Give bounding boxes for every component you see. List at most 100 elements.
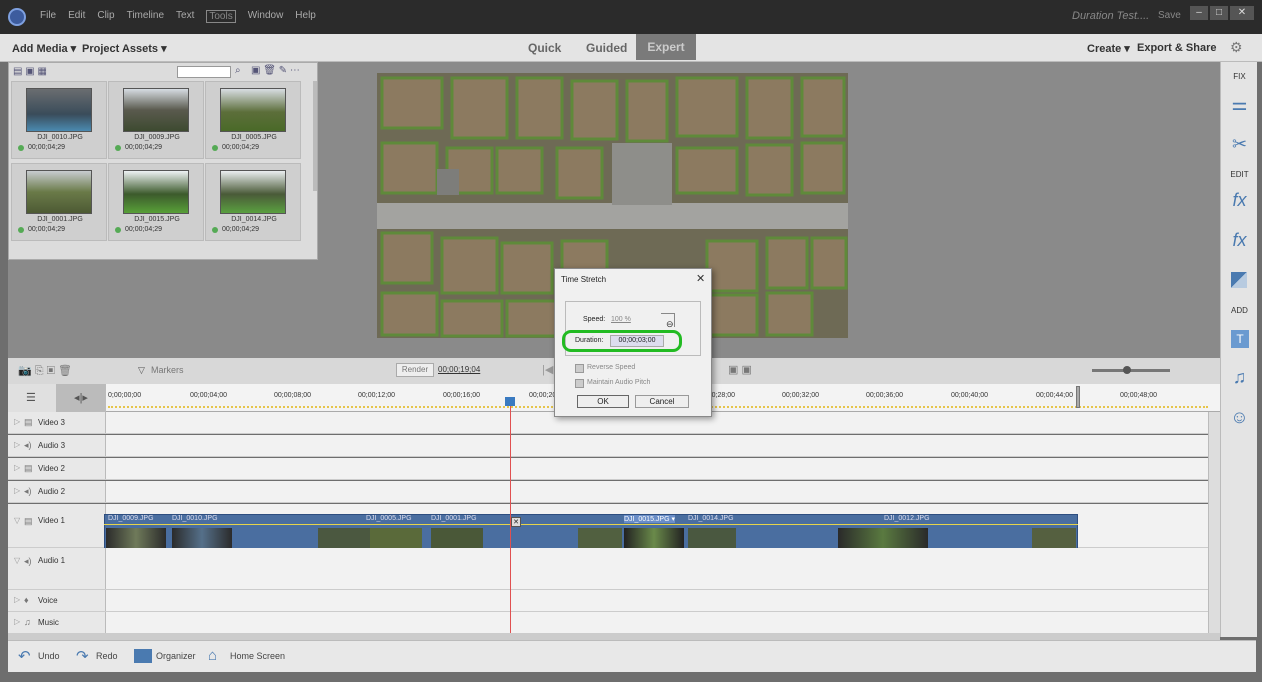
app-logo-icon[interactable] — [8, 8, 26, 26]
media-thumb[interactable]: DJI_0014.JPG 00;00;04;29 — [205, 163, 301, 241]
expand-triangle-icon[interactable]: ▷ — [14, 617, 20, 626]
menu-help[interactable]: Help — [295, 10, 316, 23]
current-timecode[interactable]: 00;00;19;04 — [438, 365, 480, 374]
markers-dropdown[interactable]: Markers — [151, 365, 184, 375]
expand-triangle-icon[interactable]: ▷ — [14, 486, 20, 495]
media-thumb[interactable]: DJI_0010.JPG 00;00;04;29 — [11, 81, 107, 159]
reverse-speed-checkbox[interactable] — [575, 364, 584, 373]
missing-transition-icon[interactable]: ✕ — [511, 517, 521, 527]
expand-triangle-icon[interactable]: ▷ — [14, 417, 20, 426]
media-thumb-image — [220, 88, 286, 132]
tracks-vertical-scrollbar[interactable] — [1208, 412, 1220, 633]
maintain-pitch-checkbox[interactable] — [575, 379, 584, 388]
track-video-1: ▽ ▤ Video 1 DJI_0009.JPG DJI_0010.JPG DJ… — [8, 504, 1208, 550]
collapse-triangle-icon[interactable]: ▽ — [14, 556, 20, 565]
audio-track-icon: ◂) — [24, 440, 32, 450]
speed-field[interactable]: 100 % — [611, 316, 631, 323]
menu-clip[interactable]: Clip — [97, 10, 114, 23]
expand-triangle-icon[interactable]: ▷ — [14, 463, 20, 472]
media-name: DJI_0015.JPG — [134, 216, 180, 223]
menu-window[interactable]: Window — [248, 10, 284, 23]
render-button[interactable]: Render — [396, 363, 434, 377]
duration-field[interactable]: 00;00;03;00 — [610, 335, 664, 347]
clip-label[interactable]: DJI_0001.JPG — [431, 515, 477, 522]
media-thumb[interactable]: DJI_0009.JPG 00;00;04;29 — [108, 81, 204, 159]
undo-icon[interactable]: ↶ — [18, 647, 31, 665]
minimize-button[interactable]: – — [1190, 6, 1208, 20]
menu-edit[interactable]: Edit — [68, 10, 85, 23]
media-thumb[interactable]: DJI_0015.JPG 00;00;04;29 — [108, 163, 204, 241]
close-window-button[interactable]: ✕ — [1230, 6, 1254, 20]
home-icon[interactable]: ⌂ — [208, 647, 217, 664]
export-share-button[interactable]: Export & Share — [1137, 42, 1216, 54]
project-assets-button[interactable]: Project Assets ▾ — [82, 42, 167, 55]
effects-icon[interactable]: fx — [1221, 230, 1258, 251]
media-thumb[interactable]: DJI_0005.JPG 00;00;04;29 — [205, 81, 301, 159]
mode-expert-tab[interactable]: Expert — [636, 34, 696, 60]
redo-button[interactable]: Redo — [96, 651, 118, 661]
video-track-icon: ▤ — [24, 463, 33, 473]
clip-label[interactable]: DJI_0010.JPG — [172, 515, 218, 522]
expand-triangle-icon[interactable]: ▷ — [14, 440, 20, 449]
menu-text[interactable]: Text — [176, 10, 194, 23]
save-button[interactable]: Save — [1158, 10, 1181, 21]
maximize-button[interactable]: □ — [1210, 6, 1228, 20]
titles-text-icon[interactable]: T — [1231, 330, 1249, 348]
mode-quick-tab[interactable]: Quick — [528, 41, 561, 55]
track-audio-3: ▷ ◂) Audio 3 — [8, 435, 1208, 457]
bottom-bar: ↶ Undo ↷ Redo Organizer ⌂ Home Screen — [8, 640, 1256, 672]
close-icon[interactable]: ✕ — [696, 272, 705, 285]
track-options-icon[interactable]: ☰ — [26, 391, 36, 404]
clip-label[interactable]: DJI_0009.JPG — [108, 515, 154, 522]
add-media-button[interactable]: Add Media ▾ — [12, 42, 76, 55]
track-label: Video 3 — [38, 418, 65, 427]
end-marker[interactable] — [1076, 386, 1080, 408]
clip-thumb — [578, 528, 622, 550]
cancel-button[interactable]: Cancel — [635, 395, 689, 408]
timeline-tools-icons[interactable]: 📷 ⎘ ▣ 🗑 — [18, 364, 72, 378]
menu-tools[interactable]: Tools — [206, 10, 236, 23]
mode-guided-tab[interactable]: Guided — [586, 41, 627, 55]
clip-label[interactable]: DJI_0012.JPG — [884, 515, 930, 522]
organizer-icon[interactable] — [134, 649, 152, 663]
monitor-tools-icons[interactable]: ▣ ▣ — [728, 363, 752, 376]
expand-triangle-icon[interactable]: ▷ — [14, 595, 20, 604]
redo-icon[interactable]: ↷ — [76, 647, 89, 665]
timeline-scrollbar[interactable] — [8, 633, 1220, 640]
media-thumb[interactable]: DJI_0001.JPG 00;00;04;29 — [11, 163, 107, 241]
menu-file[interactable]: File — [40, 10, 56, 23]
speed-label: Speed: — [583, 316, 606, 323]
tools-icon[interactable]: ✂ — [1221, 134, 1258, 155]
home-screen-button[interactable]: Home Screen — [230, 651, 285, 661]
zoom-slider-handle[interactable] — [1123, 366, 1131, 374]
menu-timeline[interactable]: Timeline — [127, 10, 164, 23]
asset-tools-icons[interactable]: ▣ 🗑 ✎ ⋯ — [251, 65, 300, 76]
media-duration: 00;00;04;29 — [28, 144, 65, 151]
organizer-button[interactable]: Organizer — [156, 651, 196, 661]
search-icon[interactable]: ⌕ — [235, 65, 241, 76]
music-icon[interactable]: ♫ — [1221, 367, 1258, 388]
create-button[interactable]: Create ▾ — [1087, 42, 1130, 55]
view-list-icon[interactable]: ▤ ▣ ▦ — [13, 66, 47, 77]
opacity-line[interactable] — [104, 524, 1078, 525]
clip-label[interactable]: DJI_0014.JPG — [688, 515, 734, 522]
adjust-sliders-icon[interactable]: ⚌ — [1221, 94, 1258, 115]
asset-search-input[interactable] — [177, 66, 231, 78]
applied-effects-icon[interactable]: fx — [1221, 190, 1258, 211]
playhead-handle[interactable] — [505, 397, 515, 406]
clip-label-selected[interactable]: DJI_0015.JPG ▾ — [624, 515, 675, 523]
clip-thumb — [1032, 528, 1076, 550]
clip-label[interactable]: DJI_0005.JPG — [366, 515, 412, 522]
settings-gear-icon[interactable]: ⚙ — [1230, 39, 1243, 56]
audio-mixer-icon[interactable]: ◂|▸ — [56, 384, 106, 412]
transitions-icon[interactable] — [1231, 272, 1247, 288]
chain-link-icon[interactable]: ⊖ — [666, 319, 674, 330]
graphics-smiley-icon[interactable]: ☺ — [1221, 407, 1258, 428]
media-scrollbar[interactable] — [313, 81, 317, 191]
zoom-slider[interactable] — [1092, 369, 1170, 372]
undo-button[interactable]: Undo — [38, 651, 60, 661]
step-back-icon[interactable]: |◀ — [542, 363, 553, 376]
collapse-triangle-icon[interactable]: ▽ — [14, 516, 20, 525]
markers-icon[interactable]: ▽ — [138, 365, 145, 376]
ok-button[interactable]: OK — [577, 395, 629, 408]
